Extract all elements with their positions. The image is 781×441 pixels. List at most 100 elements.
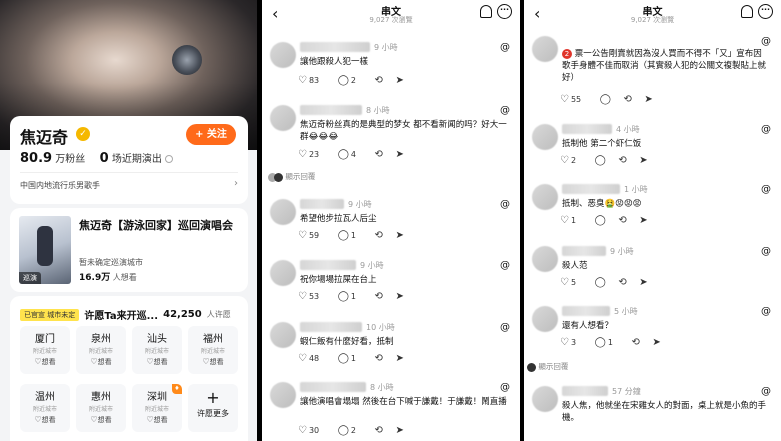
comment-icon[interactable]: ◯ xyxy=(600,94,611,105)
heart-icon[interactable]: ♡ xyxy=(298,230,307,241)
repost-icon[interactable]: ⟲ xyxy=(375,75,383,86)
reply-post[interactable]: 9 小時 @ 希望他步拉瓦人后尘 ♡ 59 ◯ 1 ⟲ ➤ xyxy=(262,197,520,249)
city-card-shantou[interactable]: 汕头 附近城市 ♡想看 xyxy=(132,326,182,374)
avatar[interactable] xyxy=(532,386,558,412)
heart-icon[interactable]: ♡ xyxy=(298,291,307,302)
repost-icon[interactable]: ⟲ xyxy=(375,353,383,364)
comment-icon[interactable]: ◯ xyxy=(595,337,606,348)
reply-post[interactable]: 57 分鐘 @ 殺人焦，他就坐在宋雞女人的對面，桌上就是小魚的手機。 xyxy=(524,384,781,441)
heart-icon[interactable]: ♡ xyxy=(298,75,307,86)
follow-button[interactable]: + 关注 xyxy=(186,124,236,145)
repost-icon[interactable]: ⟲ xyxy=(623,94,631,105)
comment-icon[interactable]: ◯ xyxy=(595,215,606,226)
city-card-huizhou[interactable]: 惠州 附近城市 ♡想看 xyxy=(76,384,126,432)
bell-icon[interactable] xyxy=(741,5,753,18)
want-label[interactable]: 想看 xyxy=(154,416,168,424)
avatar[interactable] xyxy=(532,246,558,272)
username-blurred[interactable] xyxy=(562,184,620,194)
heart-icon[interactable]: ♡ xyxy=(560,215,569,226)
username-blurred[interactable] xyxy=(562,386,608,396)
heart-icon[interactable]: ♡ xyxy=(560,94,569,105)
heart-icon[interactable]: ♡ xyxy=(560,277,569,288)
share-icon[interactable]: ➤ xyxy=(639,155,647,166)
avatar[interactable] xyxy=(270,322,296,348)
show-replies[interactable]: 顯示回覆 xyxy=(268,171,315,182)
repost-icon[interactable]: ⟲ xyxy=(618,215,626,226)
show-replies-label[interactable]: 顯示回覆 xyxy=(285,172,315,181)
heart-icon[interactable]: ♡ xyxy=(560,337,569,348)
reply-post[interactable]: 10 小時 @ 蝦仁飯有什麼好看，抵制 ♡ 48 ◯ 1 ⟲ ➤ xyxy=(262,320,520,372)
reply-post[interactable]: 9 小時 @ 殺人范 ♡ 5 ◯ ⟲ ➤ xyxy=(524,244,781,294)
comment-icon[interactable]: ◯ xyxy=(338,149,349,160)
share-icon[interactable]: ➤ xyxy=(639,215,647,226)
repost-icon[interactable]: ⟲ xyxy=(375,149,383,160)
city-card-shenzhen[interactable]: ♦ 深圳 附近城市 ♡想看 xyxy=(132,384,182,432)
username-blurred[interactable] xyxy=(562,124,612,134)
share-icon[interactable]: ➤ xyxy=(395,353,403,364)
username-blurred[interactable] xyxy=(300,105,362,115)
city-card-fuzhou[interactable]: 福州 附近城市 ♡想看 xyxy=(188,326,238,374)
share-icon[interactable]: ➤ xyxy=(395,425,403,436)
tour-poster[interactable]: 巡演 xyxy=(19,216,71,284)
avatar[interactable] xyxy=(532,36,558,62)
avatar[interactable] xyxy=(270,42,296,68)
tour-title[interactable]: 焦迈奇【游泳回家】巡回演唱会 xyxy=(79,218,239,233)
city-card-quanzhou[interactable]: 泉州 附近城市 ♡想看 xyxy=(76,326,126,374)
share-icon[interactable]: ➤ xyxy=(395,230,403,241)
info-icon[interactable] xyxy=(165,155,174,163)
chevron-right-icon[interactable]: › xyxy=(234,178,238,189)
username-blurred[interactable] xyxy=(562,246,606,256)
reply-post[interactable]: 9 小時 @ 祝你場場拉屎在台上 ♡ 53 ◯ 1 ⟲ ➤ xyxy=(262,258,520,310)
reply-post[interactable]: 4 小時 @ 抵制他 第二个虾仁饭 ♡ 2 ◯ ⟲ ➤ xyxy=(524,122,781,172)
share-icon[interactable]: ➤ xyxy=(644,94,652,105)
want-label[interactable]: 想看 xyxy=(98,416,112,424)
repost-icon[interactable]: ⟲ xyxy=(618,277,626,288)
share-icon[interactable]: ➤ xyxy=(395,149,403,160)
city-card-wenzhou[interactable]: 温州 附近城市 ♡想看 xyxy=(20,384,70,432)
comment-icon[interactable]: ◯ xyxy=(595,155,606,166)
bell-icon[interactable] xyxy=(480,5,492,18)
heart-icon[interactable]: ♡ xyxy=(560,155,569,166)
username-blurred[interactable] xyxy=(562,306,610,316)
tour-card[interactable]: 巡演 焦迈奇【游泳回家】巡回演唱会 暂未确定巡演城市 16.9万 人想看 xyxy=(10,208,248,292)
want-label[interactable]: 想看 xyxy=(42,358,56,366)
comment-icon[interactable]: ◯ xyxy=(338,353,349,364)
repost-icon[interactable]: ⟲ xyxy=(375,425,383,436)
avatar[interactable] xyxy=(270,260,296,286)
heart-icon[interactable]: ♡ xyxy=(298,425,307,436)
reply-post[interactable]: 8 小時 @ 焦迈奇粉丝真的是典型的梦女 都不看新闻的吗？好大一群😂😂😂 ♡ 23… xyxy=(262,103,520,183)
comment-icon[interactable]: ◯ xyxy=(338,230,349,241)
username-blurred[interactable] xyxy=(300,199,344,209)
heart-icon[interactable]: ♡ xyxy=(298,149,307,160)
want-label[interactable]: 想看 xyxy=(210,358,224,366)
repost-icon[interactable]: ⟲ xyxy=(631,337,639,348)
share-icon[interactable]: ➤ xyxy=(639,277,647,288)
reply-post[interactable]: 8 小時 @ 讓他演唱會塌塌 然後在台下喊于謙戴！于謙戴！鬧直播 ♡ 30 ◯ 2 … xyxy=(262,380,520,441)
repost-icon[interactable]: ⟲ xyxy=(375,291,383,302)
avatar[interactable] xyxy=(532,306,558,332)
username-blurred[interactable] xyxy=(300,260,356,270)
comment-icon[interactable]: ◯ xyxy=(595,277,606,288)
comment-icon[interactable]: ◯ xyxy=(338,75,349,86)
want-label[interactable]: 想看 xyxy=(154,358,168,366)
wish-more-button[interactable]: + 许愿更多 xyxy=(188,384,238,432)
avatar[interactable] xyxy=(532,184,558,210)
username-blurred[interactable] xyxy=(300,382,366,392)
show-replies[interactable]: 顯示回覆 xyxy=(527,361,568,372)
show-replies-label[interactable]: 顯示回覆 xyxy=(538,362,568,371)
reply-post[interactable]: @ 2 票一公告剛賣就因為沒人買而不得不「又」宣布因歌手身體不佳而取消（其實殺人… xyxy=(524,34,781,114)
more-icon[interactable]: ··· xyxy=(497,4,512,19)
comment-icon[interactable]: ◯ xyxy=(338,425,349,436)
share-icon[interactable]: ➤ xyxy=(395,291,403,302)
city-card-xiamen[interactable]: 厦门 附近城市 ♡想看 xyxy=(20,326,70,374)
reply-post[interactable]: 1 小時 @ 抵制、恶臭🤮😡😡😡 ♡ 1 ◯ ⟲ ➤ xyxy=(524,182,781,232)
avatar[interactable] xyxy=(270,105,296,131)
avatar[interactable] xyxy=(532,124,558,150)
want-label[interactable]: 想看 xyxy=(98,358,112,366)
want-label[interactable]: 想看 xyxy=(42,416,56,424)
reply-post[interactable]: 9 小時 @ 讓他跟殺人犯一樣 ♡ 83 ◯ 2 ⟲ ➤ xyxy=(262,40,520,94)
heart-icon[interactable]: ♡ xyxy=(298,353,307,364)
username-blurred[interactable] xyxy=(300,322,362,332)
share-icon[interactable]: ➤ xyxy=(652,337,660,348)
username-blurred[interactable] xyxy=(300,42,370,52)
